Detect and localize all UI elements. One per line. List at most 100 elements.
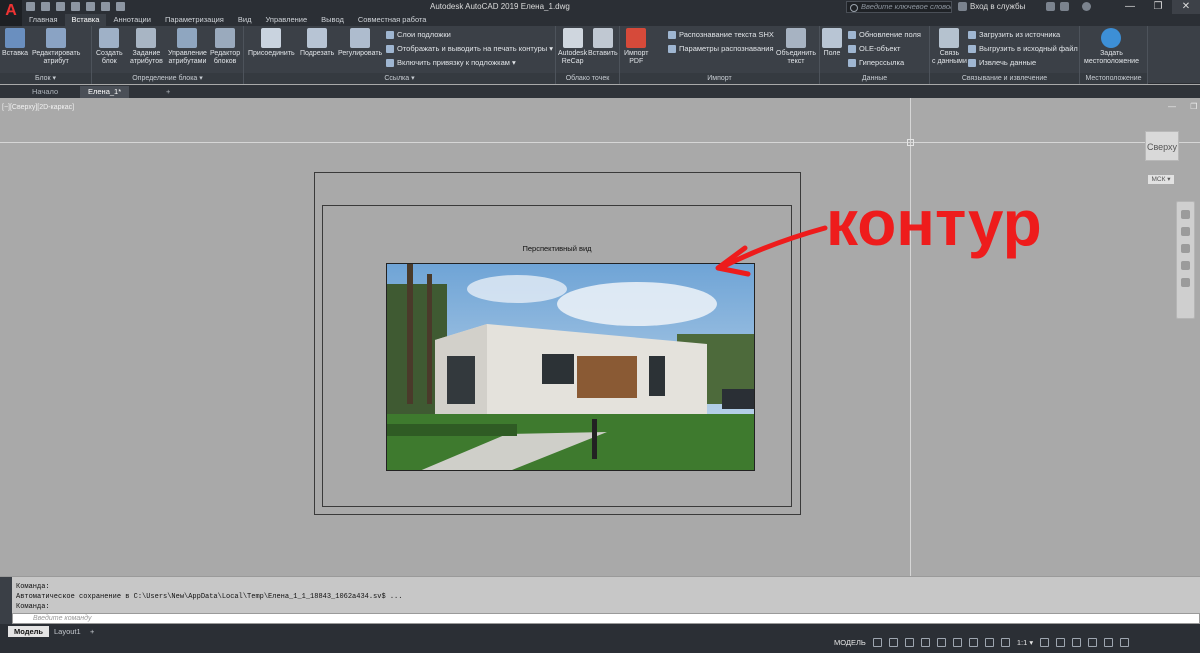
new-tab-button[interactable]: + — [158, 86, 178, 98]
close-button[interactable]: ✕ — [1172, 0, 1200, 14]
command-history-line-3: Команда: — [16, 603, 50, 611]
define-attributes-button[interactable]: Задание атрибутов — [130, 28, 163, 66]
pan-icon[interactable] — [1181, 227, 1190, 236]
tab-annotate[interactable]: Аннотации — [106, 14, 158, 26]
tab-view[interactable]: Вид — [231, 14, 259, 26]
app-menu-button[interactable]: A — [0, 0, 22, 26]
clip-button[interactable]: Подрезать — [300, 28, 334, 58]
gear-icon[interactable] — [1040, 638, 1050, 647]
isodraft-icon[interactable] — [936, 638, 946, 647]
display-frames-button[interactable]: Отображать и выводить на печать контуры … — [386, 44, 553, 53]
undo-icon[interactable] — [101, 2, 110, 11]
ortho-icon[interactable] — [904, 638, 914, 647]
steering-wheel-icon[interactable] — [1181, 210, 1190, 219]
cart-icon[interactable] — [1046, 2, 1055, 11]
combine-text-button[interactable]: Объединить текст — [776, 28, 816, 66]
panel-import: Импорт PDF Распознавание текста SHX Пара… — [620, 26, 820, 84]
clean-screen-icon[interactable] — [1104, 638, 1114, 647]
zoom-icon[interactable] — [1181, 244, 1190, 253]
grid-icon[interactable] — [872, 638, 882, 647]
attach-button[interactable]: Присоединить — [248, 28, 295, 58]
recognition-settings-button[interactable]: Параметры распознавания — [668, 44, 774, 53]
panel-title-block-definition[interactable]: Определение блока ▾ — [92, 73, 243, 84]
ole-object-button[interactable]: OLE-объект — [848, 44, 900, 53]
hyperlink-button[interactable]: Гиперссылка — [848, 58, 904, 67]
minimize-button[interactable]: — — [1116, 0, 1144, 14]
orbit-icon[interactable] — [1181, 261, 1190, 270]
redo-icon[interactable] — [116, 2, 125, 11]
tab-model[interactable]: Модель — [8, 626, 50, 637]
upload-to-source-button[interactable]: Выгрузить в исходный файл — [968, 44, 1078, 53]
exchange-icon[interactable] — [1060, 2, 1069, 11]
crosshair-pickbox — [907, 139, 914, 146]
isolate-objects-icon[interactable] — [1072, 638, 1082, 647]
data-link-button[interactable]: Связь с данными — [932, 28, 967, 66]
tab-collaborate[interactable]: Совместная работа — [351, 14, 434, 26]
object-snap-icon[interactable] — [952, 638, 962, 647]
tab-start[interactable]: Начало — [24, 86, 66, 98]
panel-title-block[interactable]: Блок ▾ — [0, 73, 91, 84]
viewport-controls-label[interactable]: [−][Сверху][2D-каркас] — [2, 104, 74, 111]
maximize-button[interactable]: ❐ — [1144, 0, 1172, 14]
extract-data-button[interactable]: Извлечь данные — [968, 58, 1036, 67]
block-editor-button[interactable]: Редактор блоков — [210, 28, 240, 66]
tab-output[interactable]: Вывод — [314, 14, 351, 26]
tab-parametric[interactable]: Параметризация — [158, 14, 231, 26]
saveas-icon[interactable] — [71, 2, 80, 11]
create-block-button[interactable]: Создать блок — [96, 28, 123, 66]
polar-icon[interactable] — [920, 638, 930, 647]
command-input[interactable]: Введите команду — [12, 613, 1200, 624]
viewcube[interactable]: Сверху — [1145, 131, 1179, 161]
command-window-handle[interactable] — [0, 577, 12, 625]
transparency-icon[interactable] — [984, 638, 994, 647]
drawing-viewport[interactable]: [−][Сверху][2D-каркас] — ❐ ✕ Перспективн… — [0, 98, 1200, 576]
search-input[interactable]: Введите ключевое слово/фразу — [846, 1, 952, 13]
customization-icon[interactable] — [1120, 638, 1130, 647]
hyperlink-icon — [848, 58, 856, 67]
edit-attribute-button[interactable]: Редактировать атрибут — [32, 28, 80, 66]
hardware-acceleration-icon[interactable] — [1088, 638, 1098, 647]
insert-button[interactable]: Вставка — [2, 28, 28, 58]
insert-pointcloud-button[interactable]: Вставить — [588, 28, 618, 58]
panel-title-data: Данные — [820, 73, 929, 84]
tab-home[interactable]: Главная — [22, 14, 65, 26]
frames-icon — [386, 44, 394, 53]
globe-icon — [1101, 28, 1122, 48]
annotation-scale-button[interactable]: 1:1 ▾ — [1017, 638, 1033, 647]
house-render-image[interactable] — [386, 263, 755, 471]
panel-title-reference[interactable]: Ссылка ▾ — [244, 73, 555, 84]
tab-manage[interactable]: Управление — [258, 14, 314, 26]
underlay-layers-button[interactable]: Слои подложки — [386, 30, 451, 39]
set-location-button[interactable]: Задать местоположение — [1084, 28, 1139, 66]
print-icon[interactable] — [86, 2, 95, 11]
recap-button[interactable]: Autodesk ReCap — [558, 28, 587, 66]
viewport-window-controls[interactable]: — ❐ ✕ — [1168, 102, 1200, 111]
snap-mode-icon[interactable] — [888, 638, 898, 647]
new-layout-button[interactable]: + — [84, 626, 100, 637]
import-pdf-button[interactable]: Импорт PDF — [624, 28, 648, 66]
save-icon[interactable] — [56, 2, 65, 11]
wcs-menu[interactable]: МСК ▾ — [1148, 175, 1174, 184]
adjust-button[interactable]: Регулировать — [338, 28, 382, 58]
tab-layout1[interactable]: Layout1 — [48, 626, 87, 637]
field-button[interactable]: Поле — [822, 28, 842, 58]
panel-point-cloud: Autodesk ReCap Вставить Облако точек — [556, 26, 620, 84]
help-icon[interactable] — [1082, 2, 1091, 11]
crosshair-horizontal — [0, 142, 1200, 143]
plus-icon[interactable] — [1056, 638, 1066, 647]
snap-underlay-button[interactable]: Включить привязку к подложкам ▾ — [386, 58, 516, 67]
new-icon[interactable] — [26, 2, 35, 11]
download-from-source-button[interactable]: Загрузить из источника — [968, 30, 1060, 39]
text-recognition-icon — [668, 30, 676, 39]
open-icon[interactable] — [41, 2, 50, 11]
tab-insert[interactable]: Вставка — [64, 14, 107, 26]
shx-recognition-button[interactable]: Распознавание текста SHX — [668, 30, 774, 39]
model-space-button[interactable]: МОДЕЛЬ — [834, 638, 866, 647]
manage-attributes-button[interactable]: Управление атрибутами — [168, 28, 207, 66]
lineweight-icon[interactable] — [968, 638, 978, 647]
tab-elena-drawing[interactable]: Елена_1* — [80, 86, 130, 98]
update-fields-button[interactable]: Обновление поля — [848, 30, 921, 39]
annotation-visibility-icon[interactable] — [1000, 638, 1010, 647]
showmotion-icon[interactable] — [1181, 278, 1190, 287]
login-button[interactable]: Вход в службы — [970, 2, 1025, 11]
